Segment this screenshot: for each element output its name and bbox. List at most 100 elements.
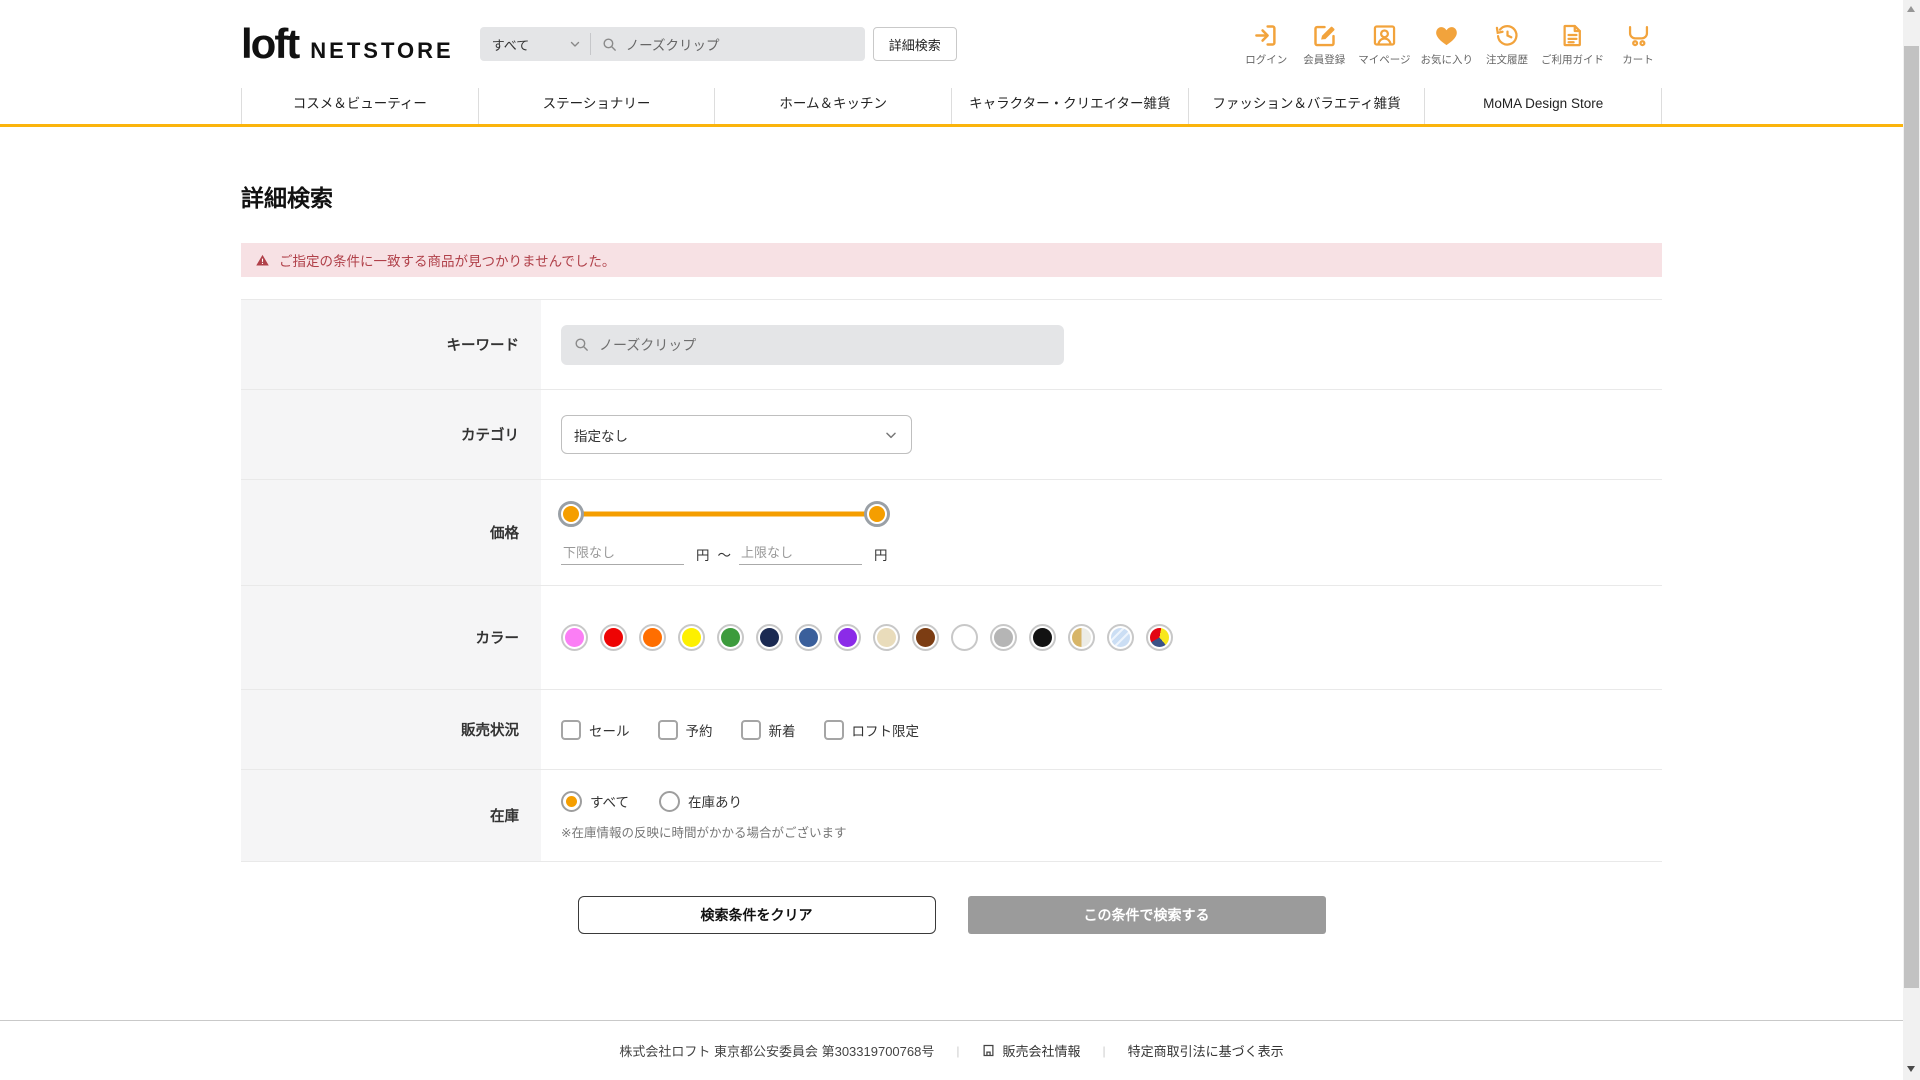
nav-item-character-goods[interactable]: キャラクター・クリエイター雑貨 [951,88,1188,124]
clear-conditions-button[interactable]: 検索条件をクリア [577,896,936,934]
page: loft NETSTORE すべて 詳細 [0,0,1920,1080]
search-category-value: すべて [491,37,530,53]
footer-separator: | [956,1043,960,1058]
color-swatch-multicolor[interactable] [1146,624,1173,651]
chevron-down-icon [568,37,582,51]
color-swatch-pink[interactable] [561,624,588,651]
price-slider-handle-max[interactable] [864,500,890,527]
form-row-category: カテゴリ 指定なし [241,390,1662,480]
nav-item-home-kitchen[interactable]: ホーム＆キッチン [714,88,951,124]
heart-icon [1433,22,1460,49]
checkbox-label: ロフト限定 [851,723,920,739]
header-quick-links: ログイン 会員登録 マイページ お気に入り 注文履歴 ご利用ガイド カート [1242,22,1662,67]
radio-all[interactable]: すべて [561,790,629,812]
checkbox-loft-limited[interactable]: ロフト限定 [823,719,920,740]
quicklink-order-history[interactable]: 注文履歴 [1483,22,1531,67]
keyword-label: キーワード [241,300,541,389]
quicklink-guide[interactable]: ご利用ガイド [1541,22,1604,67]
store-icon [981,1043,996,1058]
quicklink-cart[interactable]: カート [1614,22,1662,67]
category-selected-value: 指定なし [574,428,628,444]
stock-note: ※在庫情報の反映に時間がかかる場合がございます [561,825,847,840]
nav-item-moma[interactable]: MoMA Design Store [1424,88,1663,124]
footer-link-seller-info[interactable]: 販売会社情報 [981,1041,1080,1060]
vertical-scrollbar[interactable] [1903,0,1920,1080]
color-swatch-gray[interactable] [990,624,1017,651]
quicklink-favorites[interactable]: お気に入り [1420,22,1474,67]
checkbox-box-reserve[interactable] [657,719,678,740]
price-min-input[interactable] [561,542,684,565]
quicklink-label: ログイン [1245,53,1288,66]
price-max-input[interactable] [739,542,862,565]
keyword-input-wrap [561,324,1064,365]
price-slider-track [571,511,877,516]
site-footer: 株式会社ロフト 東京都公安委員会 第303319700768号 | 販売会社情報… [0,1020,1903,1080]
quicklink-mypage[interactable]: マイページ [1358,22,1411,67]
color-swatch-navy[interactable] [756,624,783,651]
quicklink-label: カート [1622,53,1654,66]
nav-item-cosmetics[interactable]: コスメ＆ビューティー [241,88,478,124]
radio-label: 在庫あり [688,795,743,810]
footer-link-label: 特定商取引法に基づく表示 [1127,1044,1284,1059]
color-swatch-purple[interactable] [834,624,861,651]
logo-netstore-text: NETSTORE [310,38,454,63]
search-icon [573,336,590,353]
color-swatch-red[interactable] [600,624,627,651]
sales-status-label: 販売状況 [241,690,541,769]
checkbox-sale[interactable]: セール [561,719,630,740]
price-min-unit: 円 [696,547,710,563]
color-swatch-gold-silver[interactable] [1068,624,1095,651]
price-range-slider[interactable] [558,500,890,527]
color-swatch-blue[interactable] [795,624,822,651]
checkbox-box-loft-limited[interactable] [823,719,844,740]
scrollbar-down-arrow-icon[interactable] [1907,1066,1915,1072]
no-results-alert: ご指定の条件に一致する商品が見つかりませんでした。 [241,243,1662,277]
quicklink-label: 注文履歴 [1486,53,1528,66]
warning-icon [255,253,270,268]
stock-options: すべて 在庫あり [561,790,1662,812]
checkbox-new[interactable]: 新着 [740,719,796,740]
quicklink-login[interactable]: ログイン [1242,22,1290,67]
color-swatch-beige[interactable] [873,624,900,651]
checkbox-box-new[interactable] [740,719,761,740]
header-search-input[interactable] [625,36,865,52]
nav-item-fashion-variety[interactable]: ファッション＆バラエティ雑貨 [1187,88,1425,124]
scrollbar-up-arrow-icon[interactable] [1907,6,1915,12]
radio-in-stock[interactable]: 在庫あり [659,790,743,812]
nav-item-stationery[interactable]: ステーショナリー [477,88,715,124]
footer-link-tokusho[interactable]: 特定商取引法に基づく表示 [1128,1041,1284,1060]
color-swatch-green[interactable] [717,624,744,651]
chevron-down-icon [883,427,899,443]
color-swatch-clear[interactable] [1107,624,1134,651]
price-slider-handle-min[interactable] [558,500,584,527]
category-select[interactable]: 指定なし [561,415,912,454]
form-row-color: カラー [241,586,1662,690]
form-row-stock: 在庫 すべて 在庫あり ※在庫情報の反映に時間がかかる場合がございます [241,770,1662,862]
footer-separator: | [1102,1043,1106,1058]
color-swatch-black[interactable] [1029,624,1056,651]
search-submit-button[interactable]: この条件で検索する [967,896,1326,934]
header-search-box: すべて [479,27,865,61]
search-category-select[interactable]: すべて [480,27,590,61]
advanced-search-button[interactable]: 詳細検索 [872,27,957,61]
quicklink-label: マイページ [1358,53,1411,66]
checkbox-box-sale[interactable] [561,719,581,740]
quicklink-register[interactable]: 会員登録 [1300,22,1348,67]
main-content: 詳細検索 ご指定の条件に一致する商品が見つかりませんでした。 キーワード ノーズ… [241,179,1662,934]
keyword-input[interactable] [599,336,1052,353]
radio-circle-all[interactable] [561,790,582,812]
color-swatch-orange[interactable] [639,624,666,651]
search-box-divider [589,33,591,55]
footer-link-label: 販売会社情報 [1002,1044,1081,1059]
page-title: 詳細検索 [241,185,333,211]
quicklink-label: お気に入り [1420,53,1474,66]
radio-circle-in-stock[interactable] [659,790,681,812]
color-swatch-brown[interactable] [912,624,939,651]
login-icon [1253,22,1280,49]
scrollbar-thumb[interactable] [1904,46,1919,988]
main-nav: コスメ＆ビューティー ステーショナリー ホーム＆キッチン キャラクター・クリエイター雑… [0,88,1920,124]
checkbox-reserve[interactable]: 予約 [657,719,713,740]
color-swatch-white[interactable] [951,624,978,651]
color-swatch-yellow[interactable] [678,624,705,651]
loft-logo[interactable]: loft NETSTORE [241,23,454,65]
